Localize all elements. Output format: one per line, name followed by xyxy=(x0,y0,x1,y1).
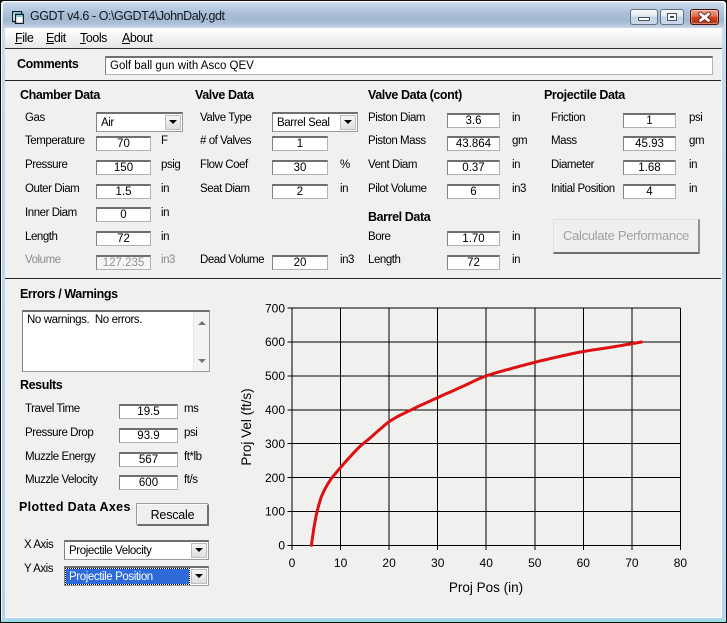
svg-text:100: 100 xyxy=(265,505,285,519)
svg-text:300: 300 xyxy=(265,437,285,451)
svg-text:0: 0 xyxy=(289,556,296,570)
svg-text:70: 70 xyxy=(625,556,639,570)
svg-text:Proj Pos (in): Proj Pos (in) xyxy=(449,580,523,595)
svg-text:80: 80 xyxy=(674,556,688,570)
svg-text:500: 500 xyxy=(265,369,285,383)
svg-text:600: 600 xyxy=(265,335,285,349)
svg-text:0: 0 xyxy=(278,539,285,553)
svg-text:40: 40 xyxy=(480,556,494,570)
svg-text:10: 10 xyxy=(334,556,348,570)
svg-text:30: 30 xyxy=(431,556,445,570)
svg-text:400: 400 xyxy=(265,403,285,417)
svg-text:50: 50 xyxy=(528,556,542,570)
svg-text:Proj Vel (ft/s): Proj Vel (ft/s) xyxy=(239,388,254,465)
svg-text:200: 200 xyxy=(265,471,285,485)
svg-text:60: 60 xyxy=(577,556,591,570)
svg-text:700: 700 xyxy=(265,301,285,315)
svg-text:20: 20 xyxy=(382,556,396,570)
